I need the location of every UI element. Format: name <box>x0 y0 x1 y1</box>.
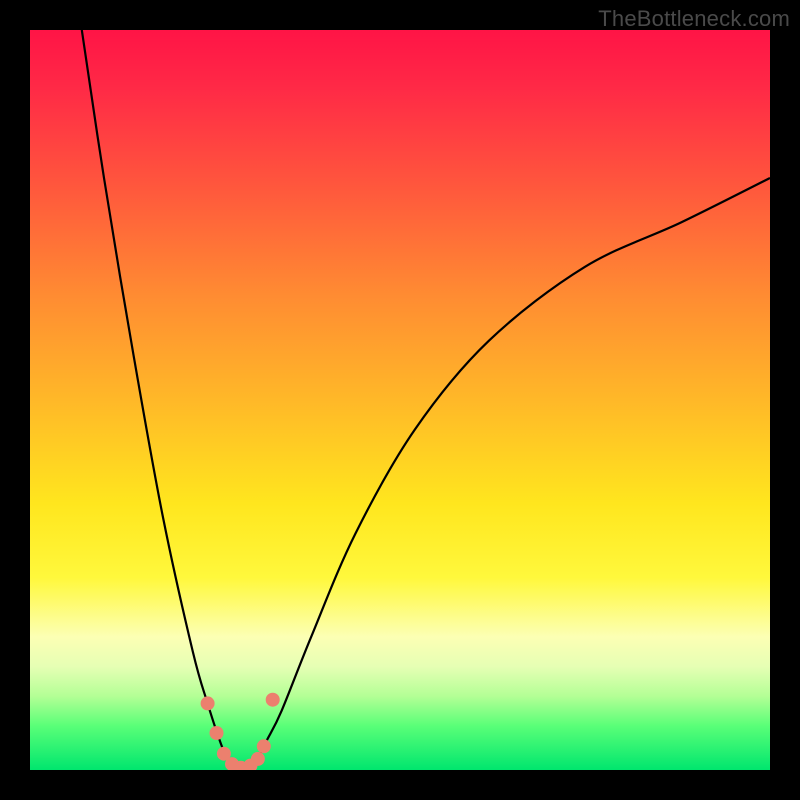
trough-marker <box>257 739 271 753</box>
trough-marker <box>266 693 280 707</box>
trough-marker <box>251 752 265 766</box>
plot-area <box>30 30 770 770</box>
trough-marker-group <box>201 693 280 770</box>
curve-svg <box>30 30 770 770</box>
watermark-text: TheBottleneck.com <box>598 6 790 32</box>
trough-marker <box>210 726 224 740</box>
trough-marker <box>201 696 215 710</box>
bottleneck-curve <box>82 30 770 770</box>
chart-frame: TheBottleneck.com <box>0 0 800 800</box>
